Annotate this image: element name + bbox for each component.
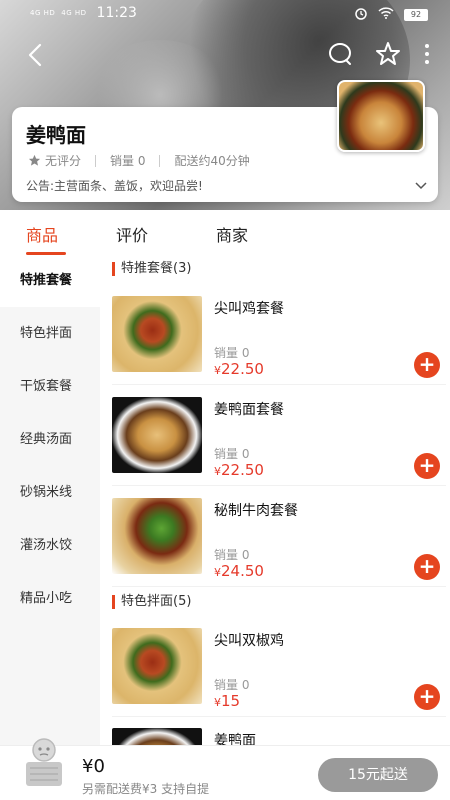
category-item[interactable]: 干饭套餐 [0,361,100,413]
product-price: ¥22.50 [214,461,264,479]
product-item[interactable]: 尖叫鸡套餐 销量 0 ¥22.50 + [112,290,446,385]
price-value: 22.50 [221,461,264,479]
rating-star-icon [28,154,41,166]
product-sales: 销量 0 [214,447,250,461]
product-price: ¥22.50 [214,360,264,378]
wifi-icon [378,7,394,23]
category-item[interactable]: 精品小吃 [0,573,100,625]
divider [159,154,161,167]
delivery-time: 配送约40分钟 [174,154,250,168]
product-name: 尖叫鸡套餐 [214,301,284,317]
min-order-button[interactable]: 15元起送 [318,758,438,792]
divider [95,154,97,167]
rating: 无评分 [28,152,81,169]
add-to-cart-button[interactable]: + [414,453,440,479]
product-item[interactable]: 姜鸭面套餐 销量 0 ¥22.50 + [112,391,446,486]
price-value: 24.50 [221,562,264,580]
cart-icon[interactable] [20,734,68,792]
store-name: 姜鸭面 [26,123,86,147]
favorite-star-icon[interactable] [374,40,402,68]
cart-bar: ¥0 另需配送费¥3 支持自提 15元起送 [0,738,450,800]
product-name: 姜鸭面套餐 [214,402,284,418]
tab-products[interactable]: 商品 [26,222,58,246]
currency-symbol: ¥ [214,465,221,478]
signal-1: 4G HD [30,8,56,17]
rating-text: 无评分 [45,154,82,168]
price-value: 15 [221,692,241,710]
category-item[interactable]: 特色拌面 [0,308,100,360]
top-nav [0,38,450,74]
store-meta: 无评分 销量 0 配送约40分钟 [28,152,250,169]
add-to-cart-button[interactable]: + [414,352,440,378]
category-sidebar: 特推套餐 特色拌面 干饭套餐 经典汤面 砂锅米线 灌汤水饺 精品小吃 [0,255,100,745]
price-value: 22.50 [221,360,264,378]
product-price: ¥15 [214,692,240,710]
product-image [112,628,202,704]
category-item[interactable]: 特推套餐 [0,255,100,307]
product-sales: 销量 0 [214,678,250,692]
product-name: 秘制牛肉套餐 [214,503,298,519]
store-sales: 销量 0 [110,154,146,168]
add-to-cart-button[interactable]: + [414,684,440,710]
store-logo-image [337,80,425,152]
product-item[interactable]: 尖叫双椒鸡 销量 0 ¥15 + [112,622,446,717]
product-image [112,728,202,745]
tab-reviews[interactable]: 评价 [116,222,148,246]
section-header: 特推套餐(3) [112,262,191,276]
product-item[interactable]: 姜鸭面 [112,722,446,745]
chevron-down-icon[interactable] [414,177,428,196]
product-name: 尖叫双椒鸡 [214,633,284,649]
product-name: 姜鸭面 [214,733,256,745]
alarm-icon [354,6,368,24]
product-item[interactable]: 秘制牛肉套餐 销量 0 ¥24.50 + [112,492,446,587]
product-image [112,498,202,574]
back-icon[interactable] [22,40,52,70]
category-item[interactable]: 经典汤面 [0,414,100,466]
product-list: 特推套餐(3) 尖叫鸡套餐 销量 0 ¥22.50 + 姜鸭面套餐 销量 0 ¥… [100,255,450,745]
product-sales: 销量 0 [214,346,250,360]
category-item[interactable]: 砂锅米线 [0,467,100,519]
add-to-cart-button[interactable]: + [414,554,440,580]
store-notice: 公告:主营面条、盖饭，欢迎品尝! [26,179,203,193]
battery-icon: 92 [404,9,428,21]
delivery-fee-note: 另需配送费¥3 支持自提 [82,782,210,796]
product-price: ¥24.50 [214,562,264,580]
section-header: 特色拌面(5) [112,595,191,609]
search-icon[interactable] [326,40,354,68]
currency-symbol: ¥ [214,566,221,579]
tab-bar: 商品 评价 商家 [0,222,450,258]
clock: 11:23 [96,5,137,21]
category-item[interactable]: 灌汤水饺 [0,520,100,572]
more-icon[interactable] [422,40,432,68]
product-image [112,397,202,473]
cart-total: ¥0 [82,756,105,777]
signal-2: 4G HD [61,8,87,17]
currency-symbol: ¥ [214,364,221,377]
tab-merchant[interactable]: 商家 [216,222,248,246]
product-sales: 销量 0 [214,548,250,562]
currency-symbol: ¥ [214,696,221,709]
status-bar: 4G HD 4G HD 11:23 92 [0,0,450,28]
product-image [112,296,202,372]
